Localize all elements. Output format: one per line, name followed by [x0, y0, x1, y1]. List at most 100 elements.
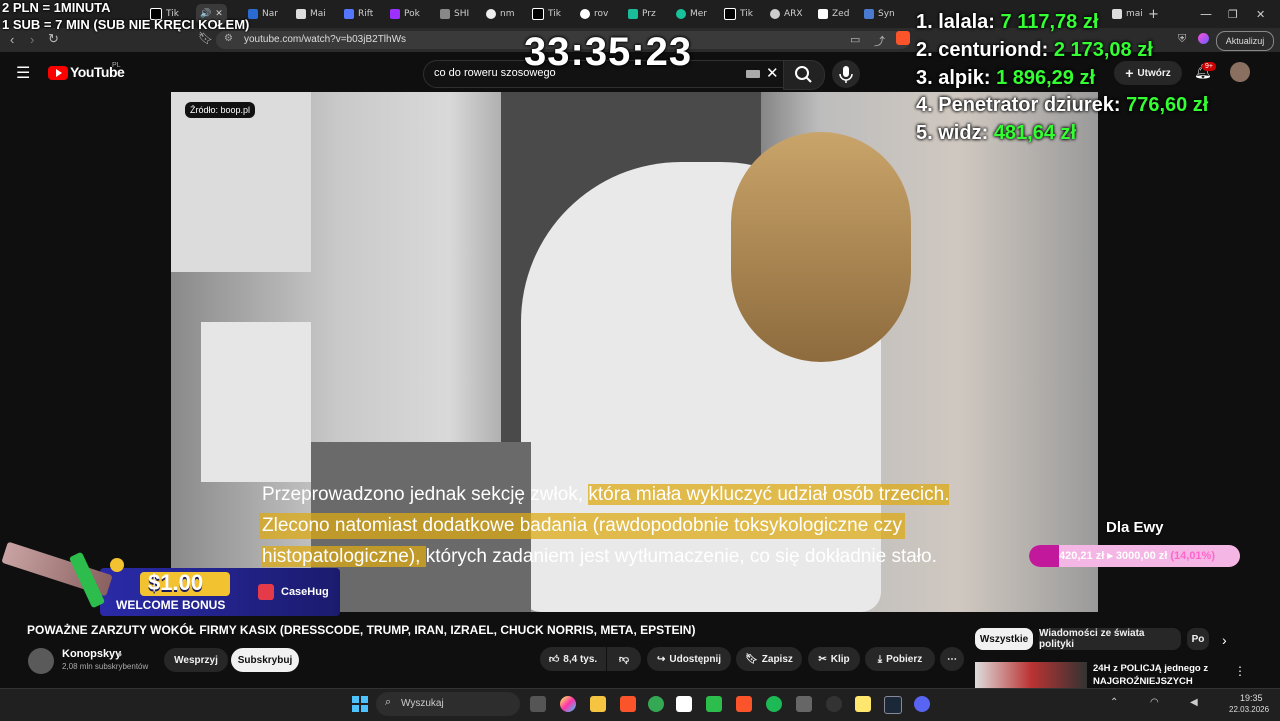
site-info-icon[interactable]: ⚙ [224, 33, 233, 44]
taskbar-search-placeholder: Wyszukaj [401, 698, 444, 709]
maximize-icon[interactable]: ❐ [1228, 4, 1238, 24]
browser-tab[interactable]: Zed [818, 4, 849, 24]
browser-tab[interactable]: rov [580, 4, 608, 24]
search-button[interactable] [783, 60, 825, 90]
vpn-icon[interactable]: ⛨ [1178, 33, 1186, 46]
goal-progress-fill [1029, 545, 1059, 567]
recommendation-thumbnail[interactable] [975, 662, 1087, 688]
brave-shield-icon[interactable] [896, 31, 910, 45]
menu-icon[interactable]: ☰ [16, 63, 30, 83]
tab-label: Prz [642, 9, 656, 19]
app-icon[interactable] [706, 696, 722, 712]
browser-tab[interactable]: nm [486, 4, 514, 24]
create-label: Utwórz [1137, 67, 1171, 79]
thumb-down-icon: 👎︎ [618, 654, 630, 665]
steam-icon[interactable] [884, 696, 902, 714]
browser-tab[interactable]: Prz [628, 4, 656, 24]
windows-start-icon[interactable] [352, 696, 368, 712]
terminal-icon[interactable] [796, 696, 812, 712]
reload-icon[interactable]: ↻ [48, 31, 59, 47]
goal-percent: (14,01%) [1170, 550, 1215, 562]
taskbar-search[interactable]: ⌕ Wyszukaj [376, 692, 520, 716]
goal-text: 420,21 zł ▸ 3000,00 zł (14,01%) [1059, 549, 1215, 562]
chevron-right-icon[interactable]: › [1222, 632, 1227, 648]
chip-all[interactable]: Wszystkie [975, 628, 1033, 650]
copilot-icon[interactable] [560, 696, 576, 712]
share-button[interactable]: ↪ Udostępnij [647, 647, 731, 671]
browser-tab[interactable]: Tik [532, 4, 561, 24]
clock-time[interactable]: 19:35 [1240, 693, 1263, 703]
browser-tab[interactable]: SHI [440, 4, 469, 24]
share-page-icon[interactable]: ⤴ [874, 33, 885, 49]
like-button[interactable]: 👍︎ 8,4 tys. [540, 647, 606, 671]
browser-tab[interactable]: Rift [344, 4, 373, 24]
browser-tab[interactable]: Mer [676, 4, 707, 24]
more-actions-button[interactable]: ⋯ [940, 647, 964, 671]
browser-tab[interactable]: Nar [248, 4, 278, 24]
notes-icon[interactable] [855, 696, 871, 712]
brave-beta-icon[interactable] [736, 696, 752, 712]
speaker-icon[interactable]: ◀ [1190, 697, 1198, 708]
voice-search-button[interactable] [832, 60, 860, 88]
file-explorer-icon[interactable] [590, 696, 606, 712]
discord-icon[interactable] [914, 696, 930, 712]
bookmark-icon[interactable]: 🔖︎ [198, 31, 213, 45]
leaderboard-entry-3: 3. alpik: 1 896,29 zł [916, 66, 1095, 90]
url-text[interactable]: youtube.com/watch?v=b03jB2TlhWs [244, 34, 406, 45]
donor-amount: 1 896,29 zł [996, 67, 1096, 89]
chip-more[interactable]: Po [1187, 628, 1209, 650]
download-button[interactable]: ⤓ Pobierz [865, 647, 935, 671]
tray-chevron-icon[interactable]: ⌃ [1110, 697, 1118, 708]
update-button[interactable]: Aktualizuj [1216, 31, 1274, 51]
new-tab-icon[interactable]: + [1148, 4, 1159, 24]
window-close-icon[interactable]: ✕ [1256, 4, 1265, 24]
brave-icon[interactable] [620, 696, 636, 712]
tab-label: Pok [404, 9, 420, 19]
youtube-logo-icon[interactable] [48, 66, 68, 80]
clip-button[interactable]: ✂ Klip [808, 647, 860, 671]
donor-name: widz: [938, 122, 989, 144]
support-button[interactable]: Wesprzyj [164, 648, 228, 672]
recommendation-menu-icon[interactable]: ⋮ [1234, 664, 1246, 678]
word-icon[interactable] [676, 696, 692, 712]
browser-tab[interactable]: Syn [864, 4, 895, 24]
video-player[interactable]: Źródło: boop.pl Przeprowadzono jednak se… [171, 92, 1098, 612]
browser-tab[interactable]: Pok [390, 4, 420, 24]
casehug-logo-icon [258, 584, 274, 600]
leo-icon[interactable] [1198, 33, 1209, 44]
avatar[interactable] [1230, 62, 1250, 82]
wifi-icon[interactable]: ◠ [1150, 697, 1159, 708]
spotify-icon[interactable] [766, 696, 782, 712]
save-button[interactable]: 🔖︎ Zapisz [736, 647, 802, 671]
tab-label: Nar [262, 9, 278, 19]
back-icon[interactable]: ‹ [10, 32, 14, 47]
create-button[interactable]: + Utwórz [1114, 61, 1182, 85]
chip-politics[interactable]: Wiadomości ze świata polityki [1039, 628, 1181, 650]
clear-search-icon[interactable]: ✕ [766, 64, 779, 82]
subscribe-button[interactable]: Subskrybuj [231, 648, 299, 672]
windows-taskbar [0, 688, 1280, 721]
cast-icon[interactable]: ▭ [850, 33, 860, 46]
task-view-icon[interactable] [530, 696, 546, 712]
coin-icon [110, 558, 124, 572]
browser-tab[interactable]: mai [1112, 4, 1143, 24]
channel-name[interactable]: Konopskyy [62, 648, 121, 660]
search-icon: ⌕ [385, 696, 392, 708]
subtitle-text: Przeprowadzono jednak sekcję zwłok, [262, 484, 589, 505]
share-label: Udostępnij [669, 653, 722, 665]
obs-icon[interactable] [826, 696, 842, 712]
tab-label: rov [594, 9, 609, 19]
minimize-icon[interactable]: — [1200, 4, 1212, 24]
browser-tab[interactable]: Tik [724, 4, 753, 24]
channel-avatar[interactable] [28, 648, 54, 674]
dislike-button[interactable]: 👎︎ [607, 647, 641, 671]
plus-icon: + [1125, 65, 1134, 81]
chrome-icon[interactable] [648, 696, 664, 712]
browser-tab[interactable]: ARX [770, 4, 803, 24]
browser-tab[interactable]: Mai [296, 4, 326, 24]
forward-icon[interactable]: › [30, 32, 34, 47]
clock-date[interactable]: 22.03.2026 [1229, 705, 1269, 714]
keyboard-icon[interactable] [746, 70, 760, 78]
subscriber-count: 2,08 mln subskrybentów [62, 662, 149, 671]
rank-number: 5. [916, 122, 933, 144]
